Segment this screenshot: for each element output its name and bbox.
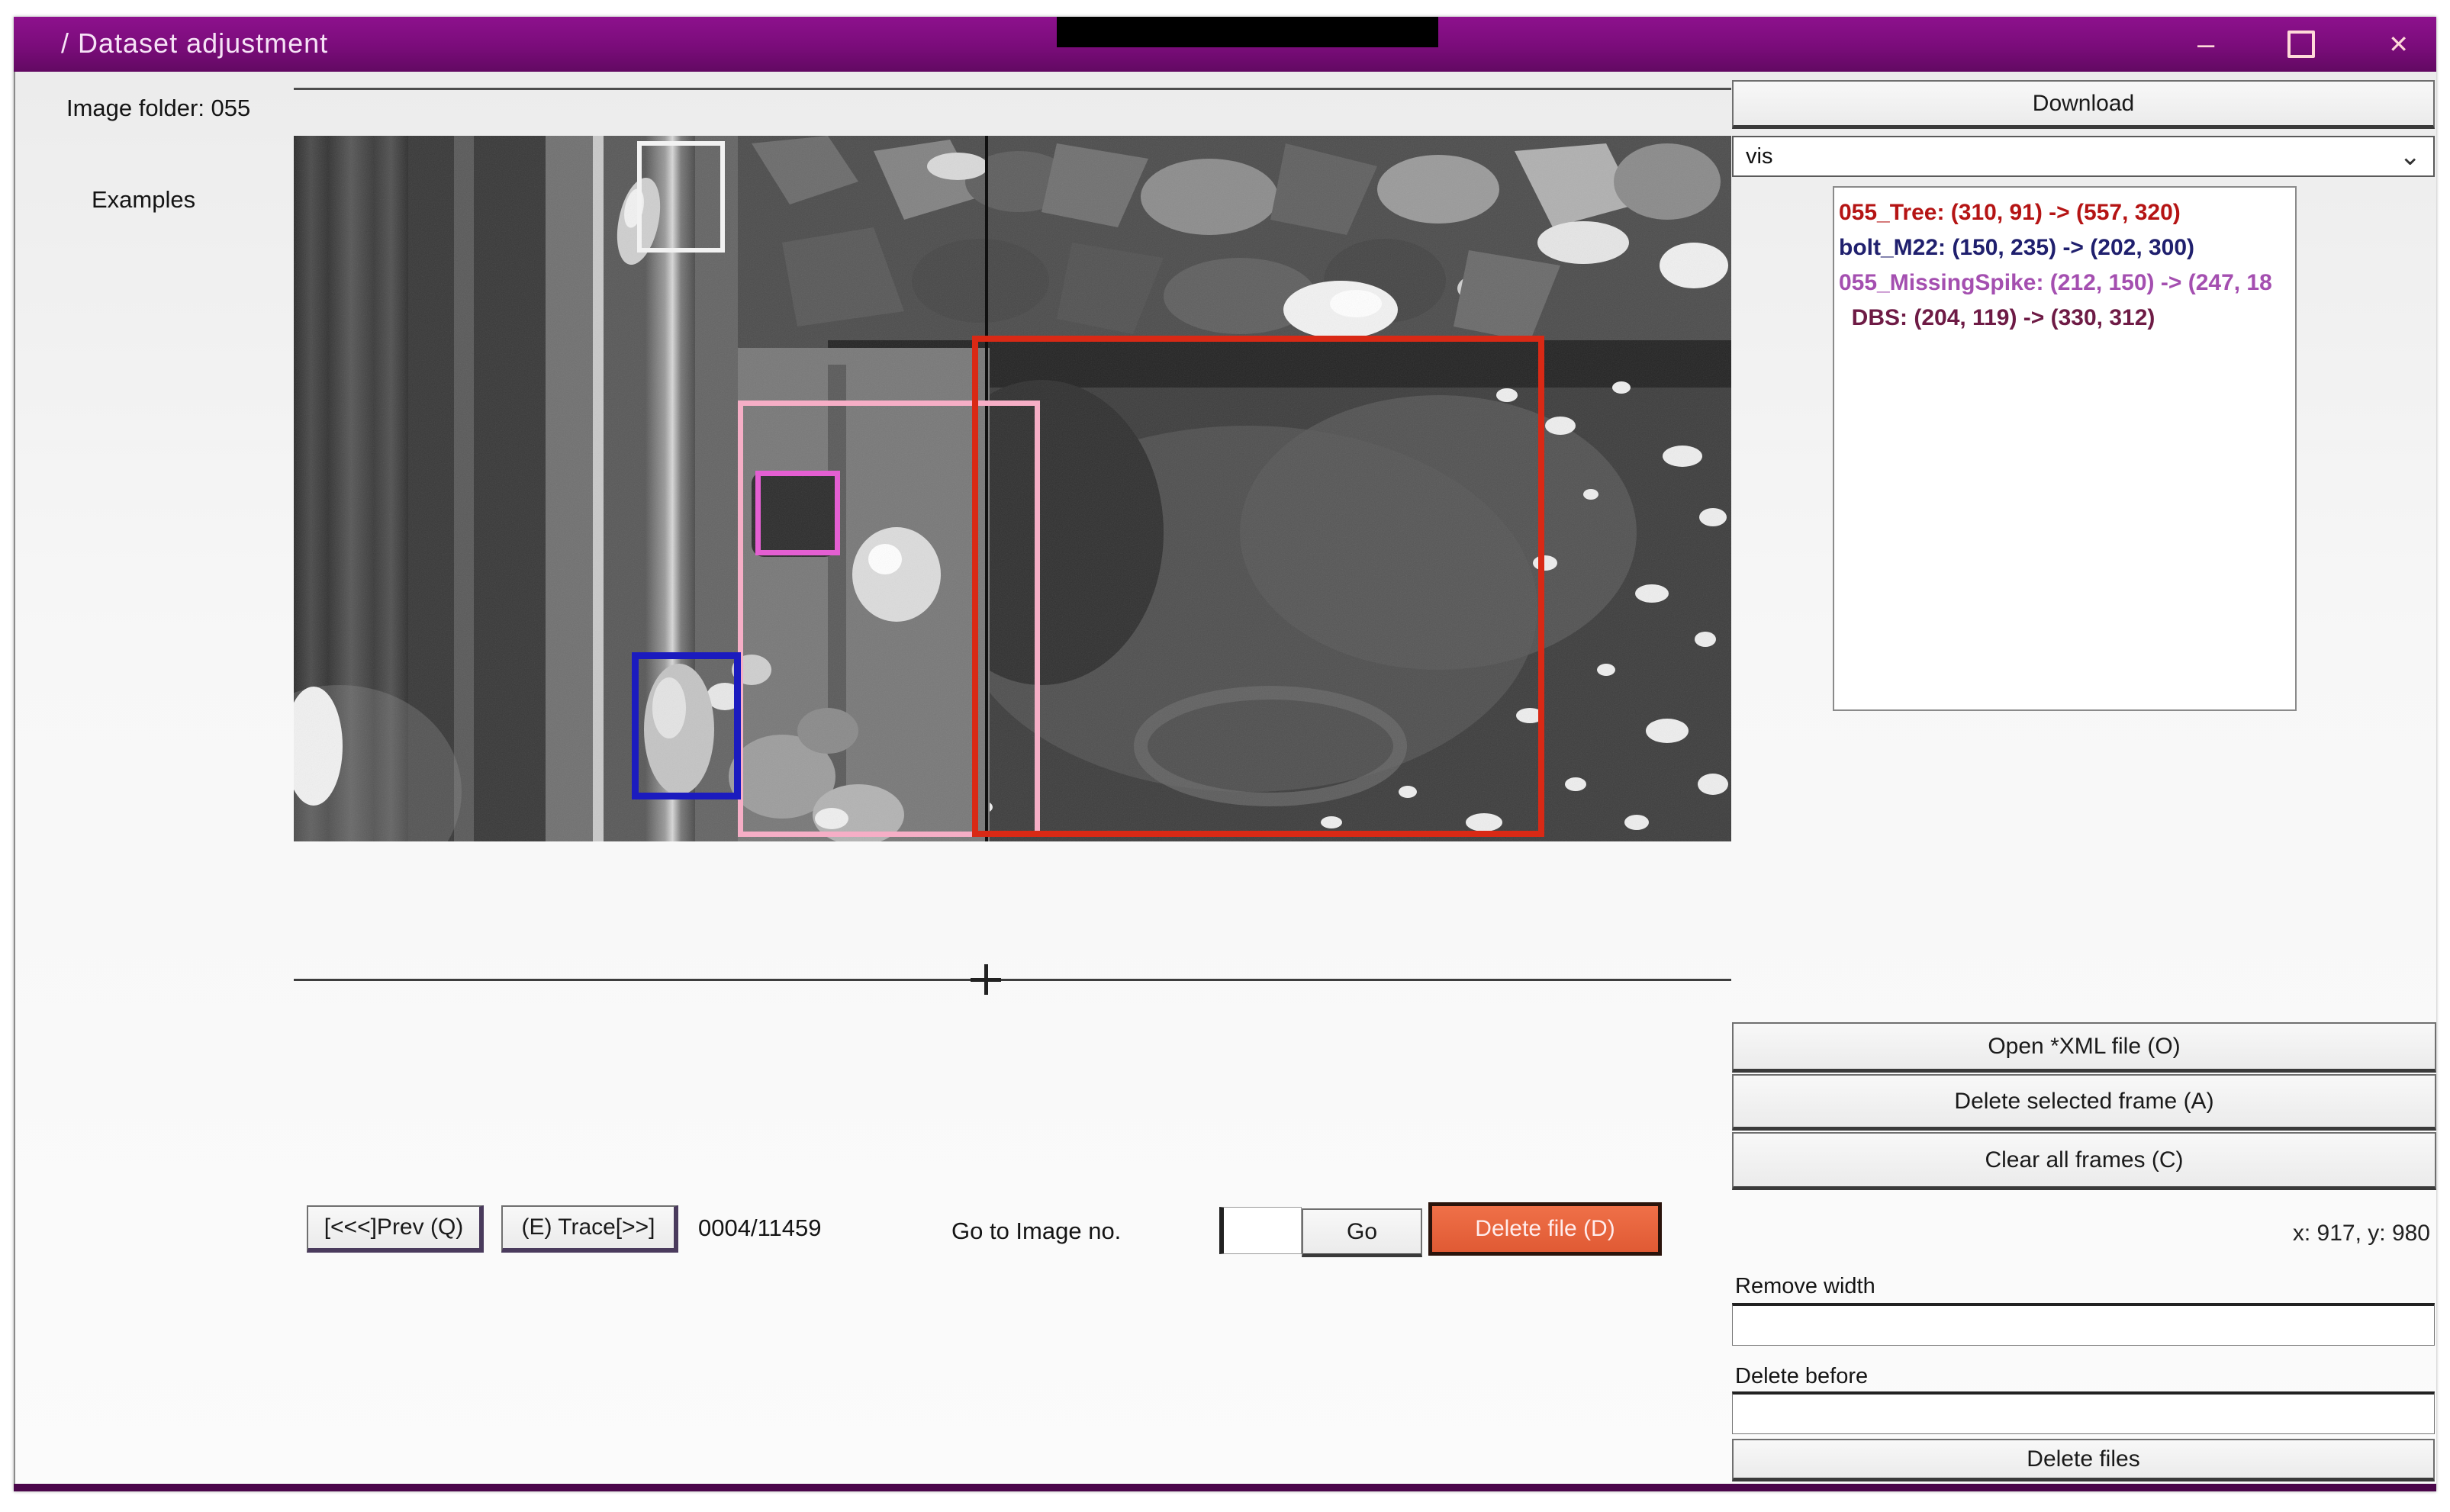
goto-input[interactable] [1219, 1207, 1302, 1254]
annotation-item[interactable]: DBS: (204, 119) -> (330, 312) [1839, 301, 2291, 336]
redacted-overlay [1057, 17, 1438, 47]
screen: / Dataset adjustment – ✕ Image folder: 0… [0, 0, 2450, 1512]
window-title: / Dataset adjustment [61, 27, 328, 60]
folder-select-value: vis [1746, 144, 1772, 169]
image-folder-label: Image folder: 055 [66, 95, 250, 122]
maximize-icon[interactable] [2287, 31, 2315, 58]
crosshair-cursor [971, 964, 1001, 995]
delete-files-button[interactable]: Delete files [1732, 1439, 2435, 1481]
box-red[interactable] [972, 336, 1544, 837]
cursor-position: x: 917, y: 980 [1732, 1221, 2430, 1247]
open-xml-button[interactable]: Open *XML file (O) [1732, 1022, 2436, 1073]
prev-button[interactable]: [<<<]Prev (Q) [307, 1205, 484, 1253]
app-window: / Dataset adjustment – ✕ Image folder: 0… [14, 17, 2436, 1491]
timeline-rule [294, 979, 1731, 981]
annotation-item[interactable]: 055_Tree: (310, 91) -> (557, 320) [1839, 195, 2291, 230]
title-bar: / Dataset adjustment – ✕ [14, 17, 2436, 72]
download-button[interactable]: Download [1732, 80, 2435, 129]
image-counter: 0004/11459 [698, 1214, 821, 1242]
box-blue[interactable] [632, 652, 741, 799]
remove-width-label: Remove width [1735, 1274, 1875, 1299]
content-area: Image folder: 055 Examples [14, 72, 2436, 1484]
goto-label: Go to Image no. [951, 1218, 1121, 1245]
image-viewer[interactable] [294, 136, 1731, 841]
delete-selected-frame-button[interactable]: Delete selected frame (A) [1732, 1074, 2436, 1131]
annotation-list[interactable]: 055_Tree: (310, 91) -> (557, 320)bolt_M2… [1833, 186, 2297, 711]
box-white[interactable] [637, 141, 725, 252]
panel-divider [294, 88, 1731, 90]
folder-select[interactable]: vis ⌄ [1732, 136, 2435, 177]
box-magenta[interactable] [755, 471, 840, 555]
annotation-item[interactable]: 055_MissingSpike: (212, 150) -> (247, 18 [1839, 265, 2291, 301]
clear-all-frames-button[interactable]: Clear all frames (C) [1732, 1132, 2436, 1190]
examples-label[interactable]: Examples [92, 186, 195, 214]
go-button[interactable]: Go [1302, 1208, 1422, 1257]
delete-before-input[interactable] [1732, 1391, 2435, 1434]
window-controls: – ✕ [2197, 17, 2409, 72]
delete-before-label: Delete before [1735, 1364, 1868, 1389]
annotation-item[interactable]: bolt_M22: (150, 235) -> (202, 300) [1839, 230, 2291, 265]
box-layer [294, 136, 1731, 841]
delete-file-button[interactable]: Delete file (D) [1428, 1202, 1662, 1256]
chevron-down-icon: ⌄ [2400, 141, 2422, 172]
remove-width-input[interactable] [1732, 1303, 2435, 1346]
minimize-icon[interactable]: – [2197, 29, 2214, 60]
trace-button[interactable]: (E) Trace[>>] [501, 1205, 678, 1253]
close-icon[interactable]: ✕ [2388, 30, 2409, 59]
